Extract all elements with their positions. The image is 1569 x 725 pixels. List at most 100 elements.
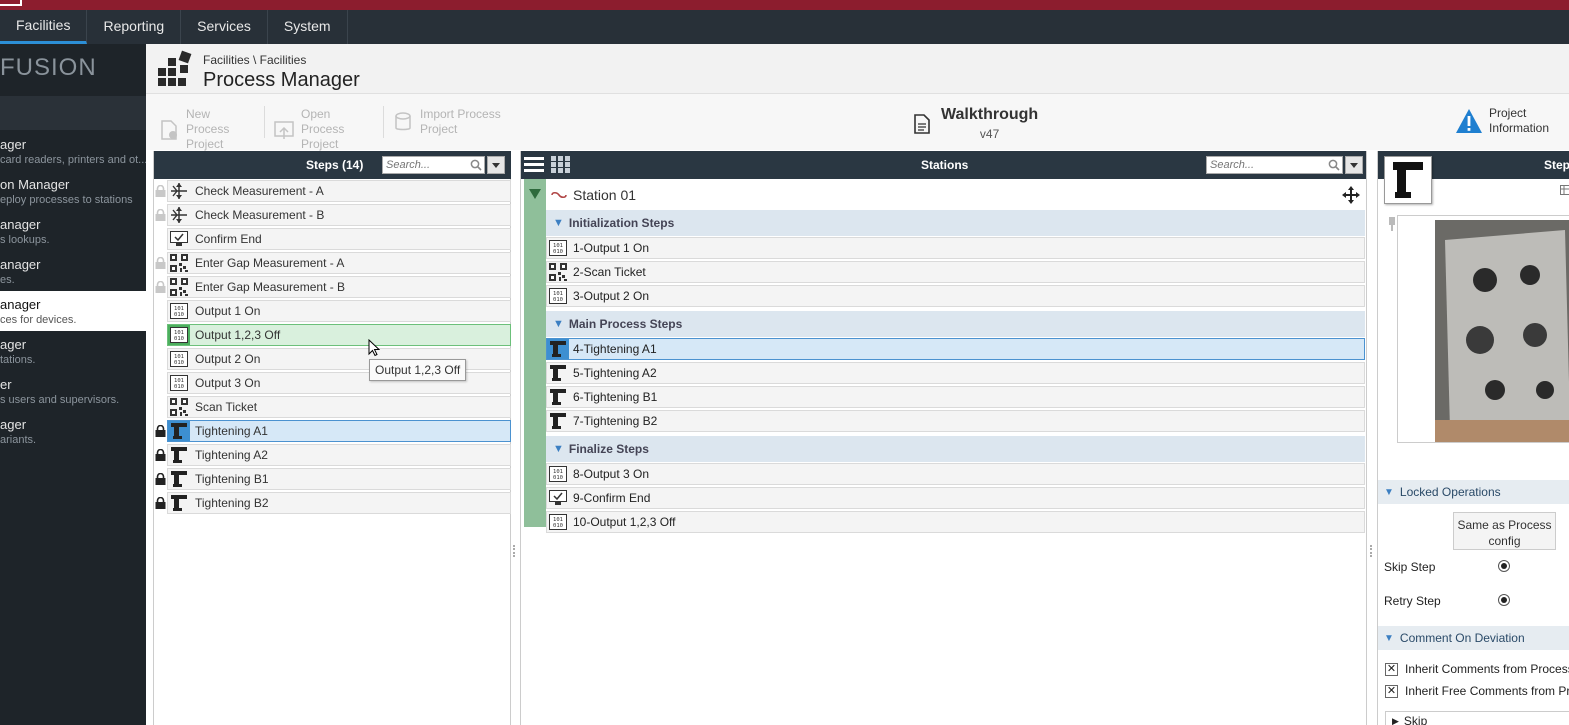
tightening-tool-icon: [168, 445, 190, 465]
svg-text:010: 010: [174, 312, 184, 318]
station-step-item[interactable]: 7-Tightening B2: [546, 410, 1365, 432]
move-icon[interactable]: [1342, 186, 1360, 204]
nav-item-subtitle: ariants.: [0, 434, 37, 446]
comment-on-deviation-section[interactable]: ▼ Comment On Deviation: [1378, 626, 1569, 650]
step-list-item[interactable]: Tightening B2: [167, 492, 511, 514]
station-step-item[interactable]: 101 010 8-Output 3 On: [546, 463, 1365, 485]
nav-item[interactable]: ager tations.: [0, 331, 146, 371]
retry-step-radio[interactable]: [1498, 594, 1510, 606]
inherit-free-comments-option[interactable]: ✕ Inherit Free Comments from Process: [1385, 684, 1569, 698]
station-step-label: 10-Output 1,2,3 Off: [573, 515, 676, 529]
menu-item-services[interactable]: Services: [181, 10, 268, 44]
step-label: Check Measurement - B: [195, 208, 325, 222]
step-list-item[interactable]: Tightening A2: [167, 444, 511, 466]
step-tooltip: Output 1,2,3 Off: [369, 359, 467, 381]
nav-item[interactable]: anager ces for devices.: [0, 291, 146, 331]
new-process-project-button[interactable]: New Process Project: [158, 107, 256, 152]
step-list-item[interactable]: Tightening B1: [167, 468, 511, 490]
step-list-item[interactable]: 101 010 Output 1 On: [167, 300, 511, 322]
splitter-handle[interactable]: [513, 545, 516, 557]
station-step-item[interactable]: 101 010 10-Output 1,2,3 Off: [546, 511, 1365, 533]
open-process-project-button[interactable]: Open Process Project: [273, 107, 377, 152]
step-list-item[interactable]: Enter Gap Measurement - A: [167, 252, 511, 274]
station-step-label: 4-Tightening A1: [573, 342, 657, 356]
skip-step-radio[interactable]: [1498, 560, 1510, 572]
search-icon[interactable]: [1326, 157, 1342, 173]
station-step-label: 5-Tightening A2: [573, 366, 657, 380]
station-step-item[interactable]: 101 010 1-Output 1 On: [546, 237, 1365, 259]
confirm-screen-icon: [547, 488, 569, 508]
nav-item[interactable]: anager s lookups.: [0, 211, 146, 251]
project-information-button[interactable]: Project Information: [1455, 106, 1555, 136]
nav-item-subtitle: s lookups.: [0, 234, 50, 246]
step-list-item[interactable]: Tightening A1: [167, 420, 511, 442]
stations-search-input[interactable]: [1207, 159, 1327, 171]
skip-subsection[interactable]: ▶ Skip: [1385, 711, 1569, 725]
step-list-item[interactable]: Scan Ticket: [167, 396, 511, 418]
step-list-item[interactable]: Confirm End: [167, 228, 511, 250]
qr-code-icon: [168, 397, 190, 417]
inherit-comments-checkbox[interactable]: ✕: [1385, 662, 1398, 676]
station-step-item[interactable]: 4-Tightening A1: [546, 338, 1365, 360]
station-name: Station 01: [573, 187, 637, 203]
station-step-item[interactable]: 2-Scan Ticket: [546, 261, 1365, 283]
new-document-icon: [161, 119, 177, 140]
nav-item[interactable]: er s users and supervisors.: [0, 371, 146, 411]
step-group-label: Finalize Steps: [568, 442, 649, 456]
toolbar-divider: [383, 106, 384, 138]
stations-search-dropdown[interactable]: [1345, 156, 1363, 174]
nav-item[interactable]: anager es.: [0, 251, 146, 291]
retry-step-row: Retry Step: [1378, 584, 1569, 618]
splitter-handle[interactable]: [1370, 545, 1373, 557]
steps-search-box[interactable]: [382, 156, 485, 174]
step-list-item[interactable]: Check Measurement - A: [167, 180, 511, 202]
table-icon[interactable]: [1560, 185, 1569, 195]
list-view-icon[interactable]: [524, 156, 544, 174]
nav-item-title: on Manager: [0, 177, 70, 192]
stations-search-box[interactable]: [1206, 156, 1343, 174]
nav-item[interactable]: on Manager eploy processes to stations: [0, 171, 146, 211]
measurement-icon: [168, 205, 190, 225]
pin-icon[interactable]: [1388, 217, 1396, 231]
menu-item-facilities[interactable]: Facilities: [0, 10, 88, 44]
retry-step-label: Retry Step: [1384, 594, 1441, 608]
lock-icon: [155, 448, 166, 461]
steps-search-dropdown[interactable]: [487, 156, 505, 174]
chevron-down-icon: [492, 162, 500, 168]
menu-item-system[interactable]: System: [268, 10, 348, 44]
expand-arrow-icon: ▼: [1384, 486, 1394, 498]
step-list-item[interactable]: 101 010 Output 1,2,3 Off: [167, 324, 511, 346]
steps-search-input[interactable]: [383, 159, 469, 171]
grid-view-icon[interactable]: [551, 156, 571, 174]
inherit-free-comments-checkbox[interactable]: ✕: [1385, 684, 1398, 698]
confirm-screen-icon: [168, 229, 190, 249]
brand-logo-text: FUSION: [0, 54, 97, 81]
step-tool-icon: [1384, 156, 1432, 204]
svg-text:010: 010: [174, 360, 184, 366]
lock-icon: [155, 256, 166, 269]
locked-operations-section[interactable]: ▼ Locked Operations: [1378, 480, 1569, 504]
station-step-item[interactable]: 5-Tightening A2: [546, 362, 1365, 384]
step-list-item[interactable]: Check Measurement - B: [167, 204, 511, 226]
import-process-project-button[interactable]: Import Process Project: [392, 107, 506, 137]
tightening-tool-icon: [547, 411, 569, 431]
station-step-item[interactable]: 101 010 3-Output 2 On: [546, 285, 1365, 307]
station-step-item[interactable]: 9-Confirm End: [546, 487, 1365, 509]
station-step-item[interactable]: 6-Tightening B1: [546, 386, 1365, 408]
station-collapse-bar[interactable]: [524, 179, 546, 527]
station-header[interactable]: Station 01: [546, 180, 1365, 210]
step-group-header[interactable]: ▼ Initialization Steps: [546, 210, 1365, 236]
tightening-tool-icon: [168, 469, 190, 489]
step-group-header[interactable]: ▼ Main Process Steps: [546, 311, 1365, 337]
nav-item[interactable]: ager card readers, printers and ot...: [0, 131, 146, 171]
io-output-icon: 101 010: [168, 301, 190, 321]
step-list-item[interactable]: Enter Gap Measurement - B: [167, 276, 511, 298]
step-group-header[interactable]: ▼ Finalize Steps: [546, 436, 1365, 462]
search-icon[interactable]: [469, 157, 484, 173]
nav-item[interactable]: ager ariants.: [0, 411, 146, 451]
step-label: Output 1,2,3 Off: [195, 328, 281, 342]
io-output-icon: 101 010: [168, 373, 190, 393]
step-label: Output 2 On: [195, 352, 261, 366]
menu-item-reporting[interactable]: Reporting: [87, 10, 182, 44]
inherit-comments-option[interactable]: ✕ Inherit Comments from Process: [1385, 662, 1569, 676]
